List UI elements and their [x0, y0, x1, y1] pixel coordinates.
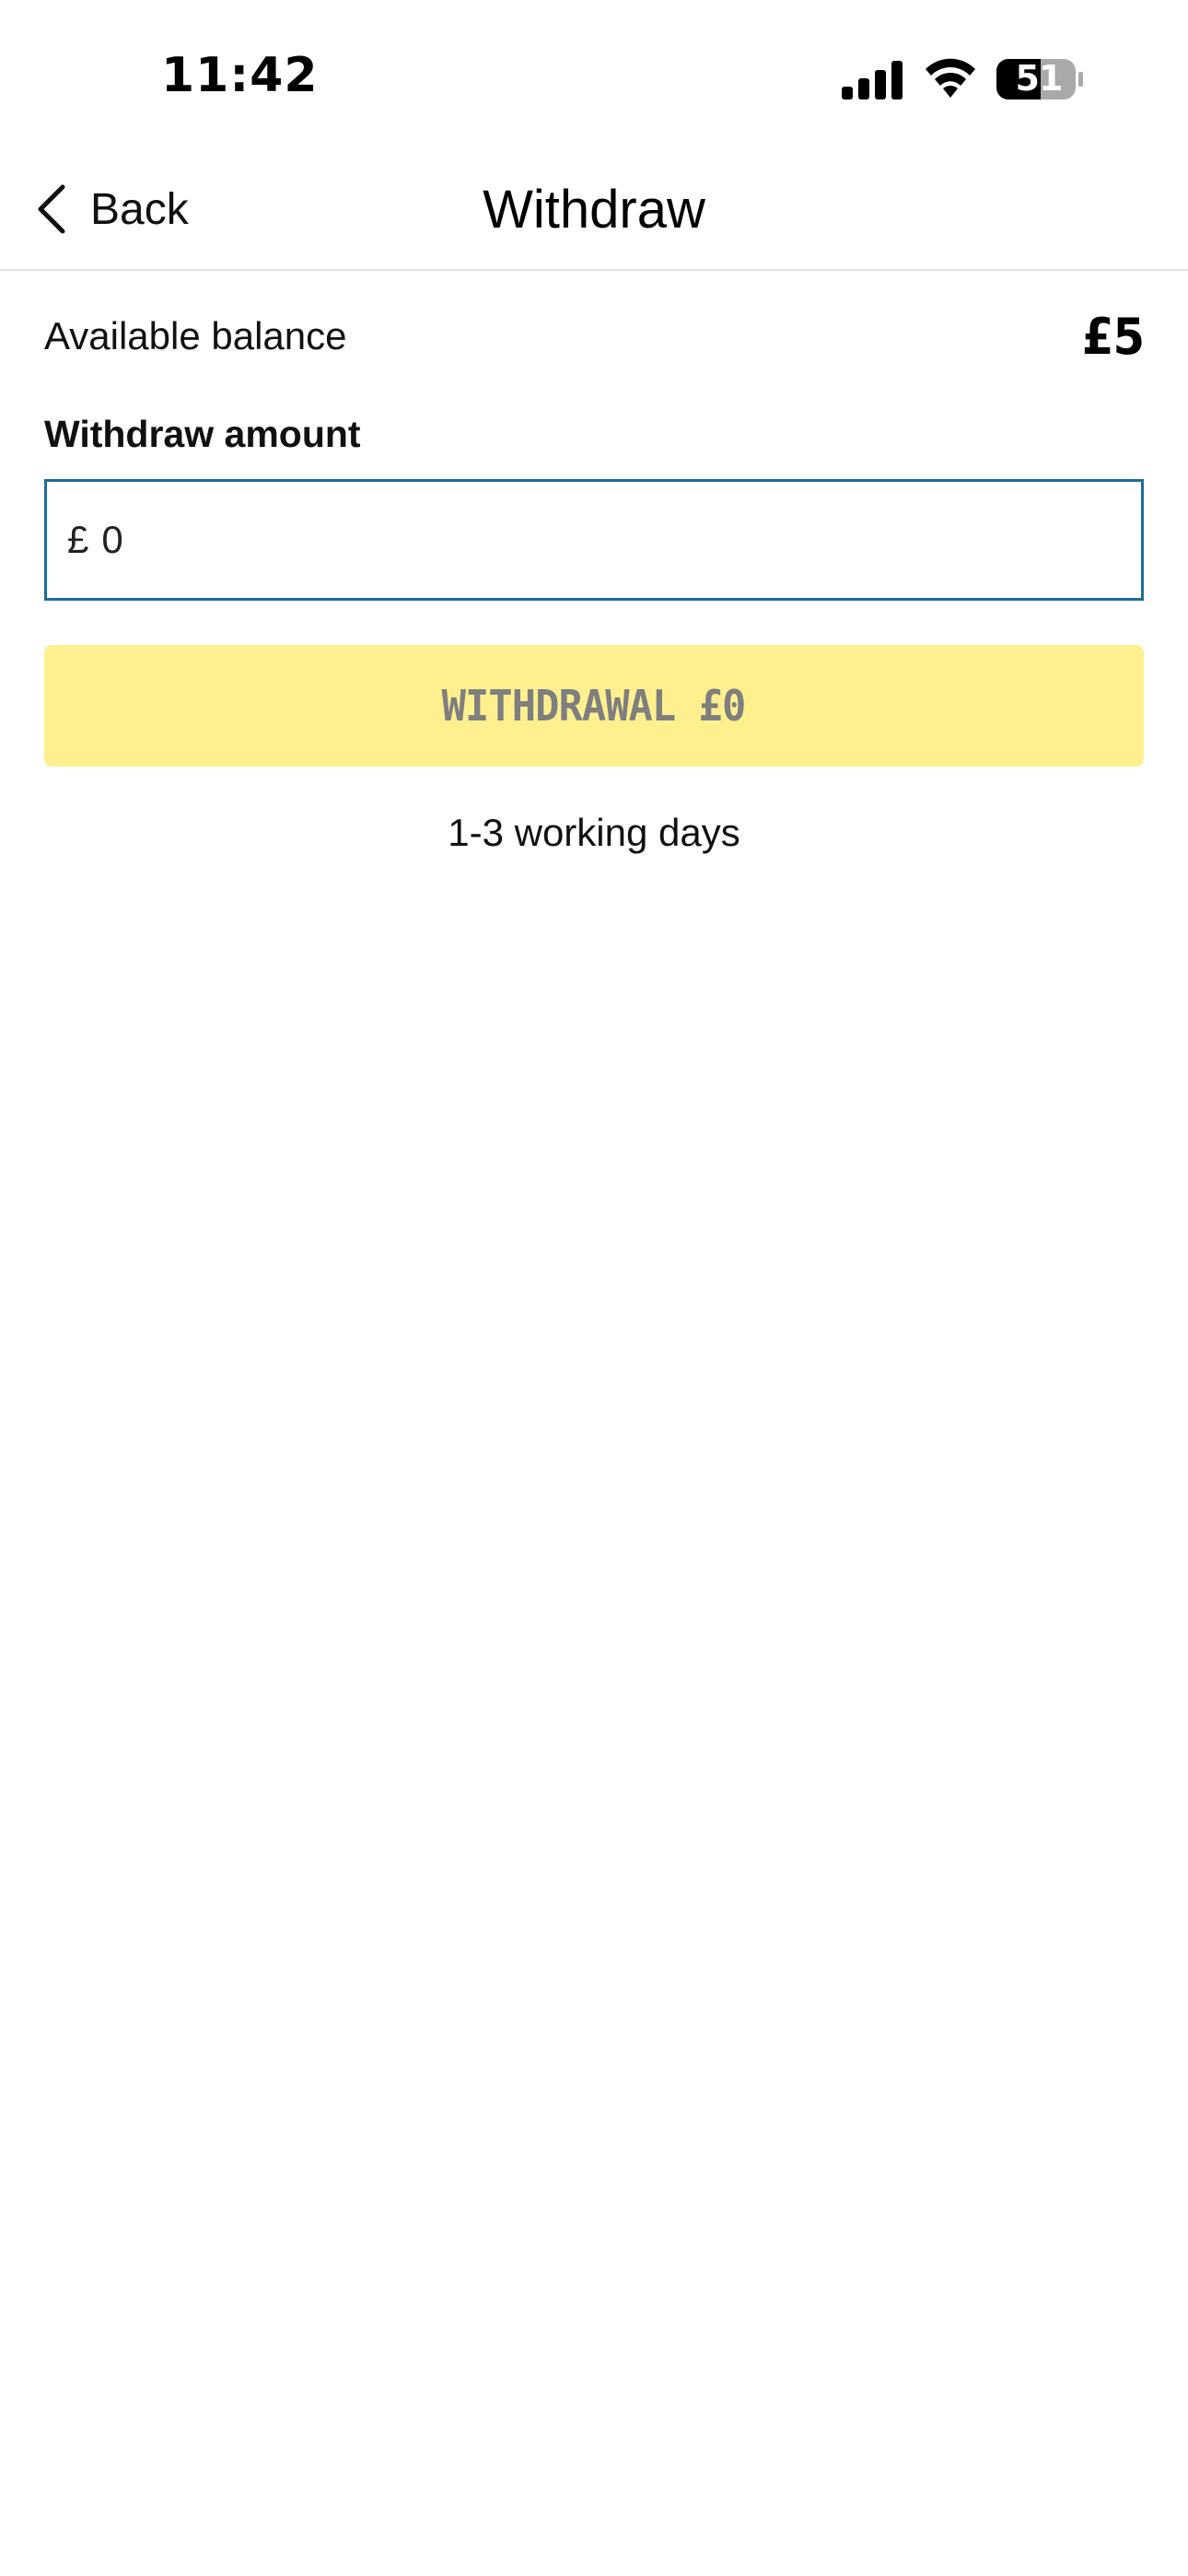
available-balance-label: Available balance [44, 314, 347, 357]
available-balance-value: £5 [1081, 307, 1145, 366]
currency-symbol: £ [67, 518, 89, 561]
status-time: 11:42 [161, 48, 319, 103]
withdraw-amount-field[interactable]: £ [44, 479, 1144, 601]
withdraw-screen: 11:42 51 Back Withdraw Available balance… [0, 0, 1188, 2576]
available-balance-row: Available balance £5 [44, 295, 1145, 378]
nav-bar: Back Withdraw [0, 147, 1188, 271]
battery-level: 51 [1015, 58, 1064, 99]
withdrawal-button-label: WITHDRAWAL £0 [442, 681, 747, 731]
withdrawal-button[interactable]: WITHDRAWAL £0 [44, 645, 1144, 767]
page-title: Withdraw [483, 180, 705, 240]
processing-time-note: 1-3 working days [448, 811, 740, 854]
wifi-icon [926, 58, 975, 98]
withdraw-amount-label: Withdraw amount [44, 413, 361, 455]
signal-icon [842, 61, 903, 100]
withdraw-amount-input[interactable] [101, 494, 1115, 586]
status-bar: 11:42 51 [0, 0, 1188, 147]
